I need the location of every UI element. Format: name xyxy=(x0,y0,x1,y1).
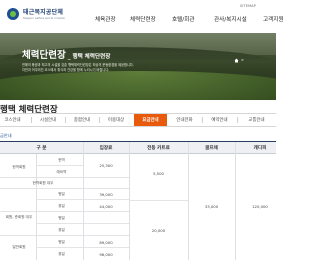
club-fee-value: 33,000 xyxy=(204,204,219,209)
site-header: 태근복지공단체 Taegeun welfare sports complex S… xyxy=(0,0,284,33)
grid-line xyxy=(0,211,129,212)
entry-fee-value: 25,300 xyxy=(99,163,113,168)
tab-traffic[interactable]: 교통안내 xyxy=(237,114,276,126)
row-day-label: 휴일 xyxy=(58,252,65,256)
row-day-label: 평일 xyxy=(58,240,65,244)
tab-phone[interactable]: 안내전화 xyxy=(167,114,202,126)
row-group-label: 현역회원 xyxy=(12,165,26,169)
tab-course[interactable]: 코스안내 xyxy=(0,114,31,126)
tab-facility[interactable]: 시설안내 xyxy=(31,114,65,126)
grid-line xyxy=(36,154,37,260)
row-day-label: 휴일 xyxy=(58,204,65,208)
sub-tab-bar: 코스안내 시설안내 종합안내 이용대상 요금안내 안내전화 예약안내 교통안내 xyxy=(0,113,276,127)
row-group-label: 일반회원 xyxy=(12,245,26,249)
tab-label: 요금안내 xyxy=(142,118,159,123)
grid-line xyxy=(36,165,83,166)
column-header-club: 골프채 xyxy=(205,146,218,151)
hero-desc-line-2: 자연과 어우러진 코스에서 휴식과 건강을 함께 누리시기 바랍니다. xyxy=(22,67,110,72)
tab-eligibility[interactable]: 이용대상 xyxy=(99,114,133,126)
column-header-caddie: 캐디피 xyxy=(253,146,267,151)
cart-fee-value: 20,000 xyxy=(151,228,166,233)
tab-label: 코스안내 xyxy=(4,118,21,123)
row-day-label: 평일 xyxy=(58,216,65,220)
hero-fairway xyxy=(0,71,276,100)
grid-line xyxy=(36,223,129,224)
nav-item-welfare[interactable]: 관사/복지시설 xyxy=(214,15,247,23)
home-icon[interactable] xyxy=(234,58,239,63)
sitemap-link[interactable]: SITEMAP xyxy=(240,4,256,8)
row-day-label: 휴일 xyxy=(58,228,65,232)
logo-name: 태근복지공단체 xyxy=(23,9,64,16)
nav-item-support[interactable]: 고객지원 xyxy=(263,15,284,23)
nav-item-gym[interactable]: 체육관장 xyxy=(95,15,116,23)
hero-title-text: 체력단련장 xyxy=(22,50,66,61)
tab-general[interactable]: 종합안내 xyxy=(65,114,99,126)
row-sub-label: 예비역 xyxy=(56,170,67,174)
tab-fees[interactable]: 요금안내 xyxy=(134,114,167,126)
column-header-category: 구 분 xyxy=(36,146,47,151)
hero-subtitle: _ 행택 체력단련장 xyxy=(67,54,111,60)
global-nav: 체육관장 체력단련장 호텔/회관 관사/복지시설 고객지원 xyxy=(95,15,284,23)
fee-section-label: 금안내 xyxy=(0,133,12,138)
grid-line xyxy=(36,247,129,248)
grid-line xyxy=(0,235,129,236)
nav-item-hotel[interactable]: 호텔/회관 xyxy=(172,15,194,23)
entry-fee-value: 44,000 xyxy=(99,204,113,209)
tab-label: 종합안내 xyxy=(73,118,91,123)
tab-label: 이용대상 xyxy=(107,118,125,123)
entry-fee-value: 96,000 xyxy=(99,252,113,257)
hero-title: 체력단련장 _ 행택 체력단련장 xyxy=(22,47,110,61)
column-header-cart: 전동 카트료 xyxy=(147,146,170,151)
row-group-label: 현역회원 대우 xyxy=(32,181,54,185)
breadcrumb[interactable]: > xyxy=(241,58,244,62)
grid-line xyxy=(129,142,130,260)
logo-text: 태근복지공단체 Taegeun welfare sports complex xyxy=(23,7,65,20)
tab-label: 안내전화 xyxy=(176,118,193,123)
row-sub-label: 현역 xyxy=(58,158,65,162)
tab-label: 교통안내 xyxy=(248,118,265,123)
nav-item-fitness[interactable]: 체력단련장 xyxy=(130,15,156,23)
grid-line xyxy=(188,142,189,260)
grid-line xyxy=(0,177,129,178)
entry-fee-value: 39,000 xyxy=(99,192,113,197)
caddie-fee-value: 120,000 xyxy=(252,204,268,209)
grid-line xyxy=(129,200,188,201)
grid-line xyxy=(0,188,129,189)
hero-description: 천혜의 풍광과 최고의 시설을 갖춘 행택체력단련장은 최상의 운동환경을 제공… xyxy=(22,63,172,72)
grid-line xyxy=(235,142,236,260)
row-group-label: 회원, 준회원 대우 xyxy=(5,215,33,219)
grid-line xyxy=(36,199,129,200)
logo-emblem-icon xyxy=(7,7,19,20)
tab-label: 예약안내 xyxy=(211,118,228,123)
fee-table: 구 분 입장료 전동 카트료 골프채 캐디피 현역회원 현역 예비역 현역회원 … xyxy=(0,141,276,260)
column-header-entry: 입장료 xyxy=(99,146,113,151)
site-logo[interactable]: 태근복지공단체 Taegeun welfare sports complex xyxy=(7,7,65,20)
tab-reservation[interactable]: 예약안내 xyxy=(202,114,237,126)
row-day-label: 평일 xyxy=(58,192,65,196)
cart-fee-value: 5,500 xyxy=(153,171,164,176)
entry-fee-value: 89,000 xyxy=(99,240,113,245)
page-title-bar: 행택 체력단련장 xyxy=(0,100,276,115)
logo-subtitle: Taegeun welfare sports complex xyxy=(23,17,65,20)
tab-label: 시설안내 xyxy=(39,118,57,123)
